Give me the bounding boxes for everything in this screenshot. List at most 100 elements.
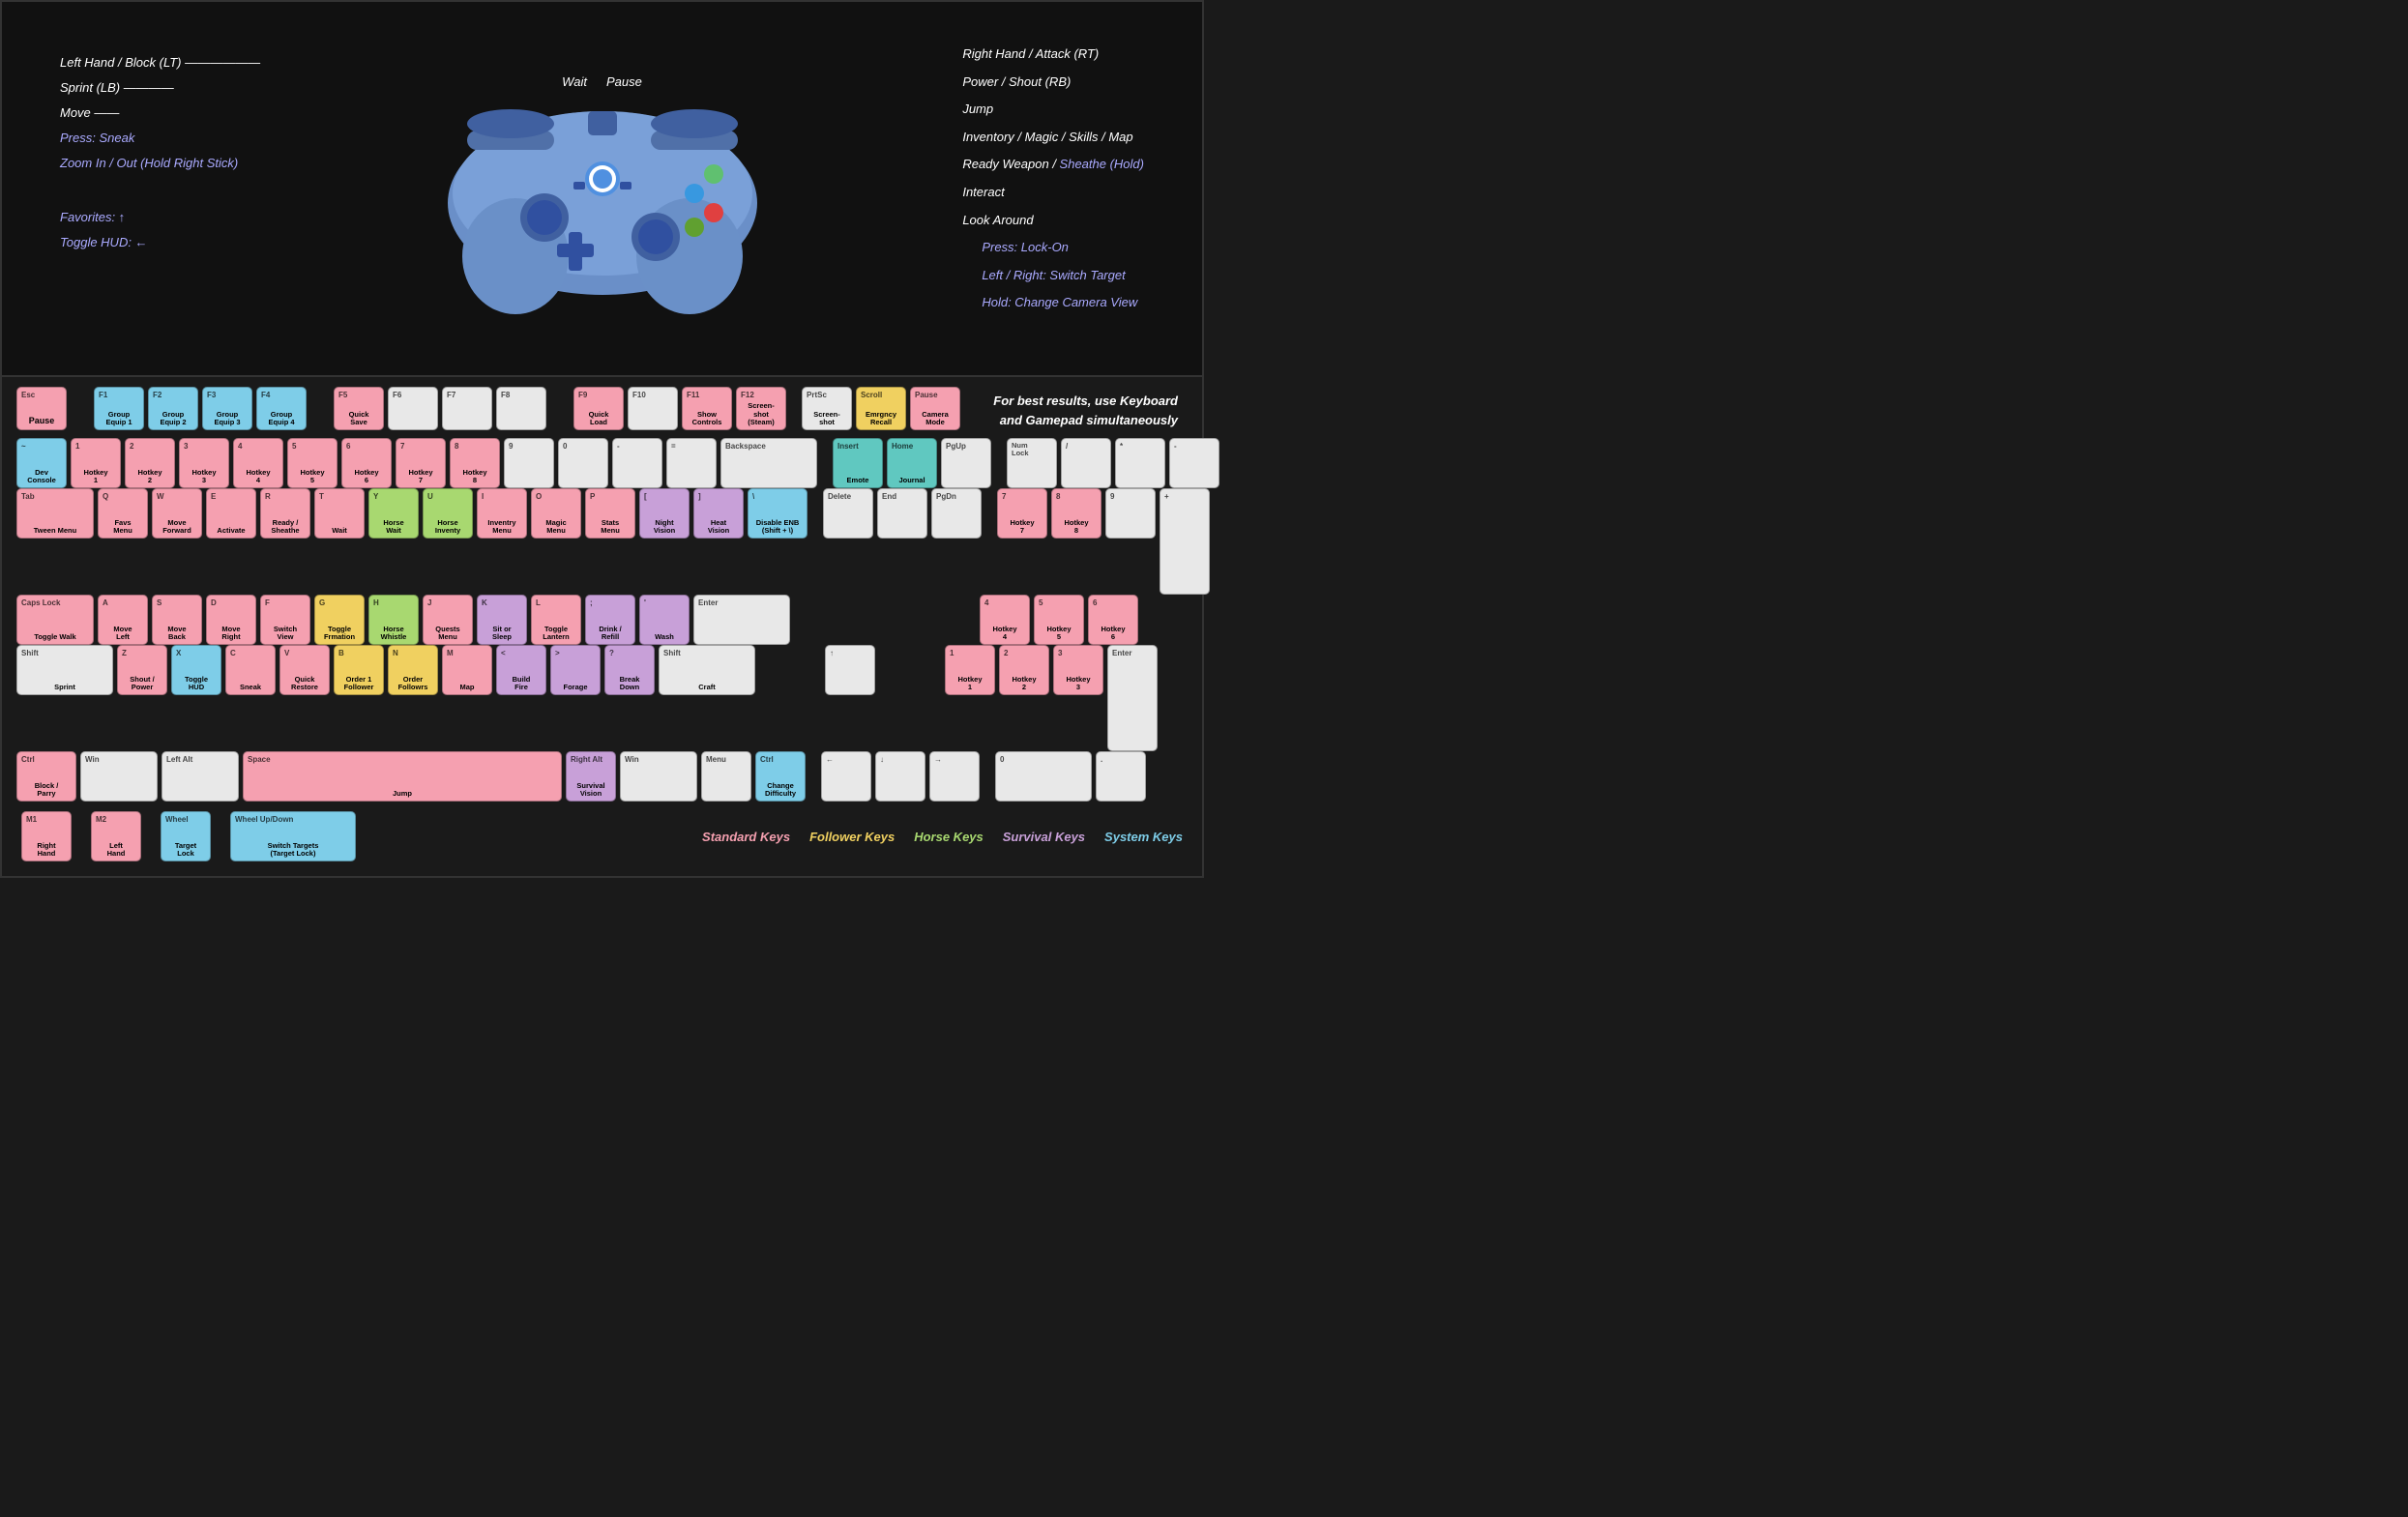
key-9[interactable]: 9 xyxy=(504,438,554,488)
key-enter[interactable]: Enter xyxy=(693,595,790,645)
key-v[interactable]: V QuickRestore xyxy=(279,645,330,695)
key-pgup[interactable]: PgUp xyxy=(941,438,991,488)
key-pgdn[interactable]: PgDn xyxy=(931,488,982,539)
key-a[interactable]: A MoveLeft xyxy=(98,595,148,645)
key-rctrl[interactable]: Ctrl ChangeDifficulty xyxy=(755,751,806,802)
key-numenter[interactable]: Enter xyxy=(1107,645,1158,751)
key-num5[interactable]: 5 Hotkey5 xyxy=(1034,595,1084,645)
key-numslash[interactable]: / xyxy=(1061,438,1111,488)
key-lalt[interactable]: Left Alt xyxy=(162,751,239,802)
key-f1[interactable]: F1 GroupEquip 1 xyxy=(94,387,144,430)
key-win[interactable]: Win xyxy=(80,751,158,802)
key-home[interactable]: Home Journal xyxy=(887,438,937,488)
key-l[interactable]: L ToggleLantern xyxy=(531,595,581,645)
key-uparrow[interactable]: ↑ xyxy=(825,645,875,695)
key-f11[interactable]: F11 ShowControls xyxy=(682,387,732,430)
key-f[interactable]: F SwitchView xyxy=(260,595,310,645)
key-equals[interactable]: = xyxy=(666,438,717,488)
key-f7[interactable]: F7 xyxy=(442,387,492,430)
key-menu[interactable]: Menu xyxy=(701,751,751,802)
key-rwin[interactable]: Win xyxy=(620,751,697,802)
key-num4[interactable]: 4 Hotkey4 xyxy=(980,595,1030,645)
key-numminus[interactable]: - xyxy=(1169,438,1219,488)
key-num2[interactable]: 2 Hotkey2 xyxy=(999,645,1049,695)
key-j[interactable]: J QuestsMenu xyxy=(423,595,473,645)
key-k[interactable]: K Sit orSleep xyxy=(477,595,527,645)
key-g[interactable]: G ToggleFrmation xyxy=(314,595,365,645)
key-s[interactable]: S MoveBack xyxy=(152,595,202,645)
key-rightarrow[interactable]: → xyxy=(929,751,980,802)
key-t[interactable]: T Wait xyxy=(314,488,365,539)
key-n[interactable]: N OrderFollowrs xyxy=(388,645,438,695)
key-f2[interactable]: F2 GroupEquip 2 xyxy=(148,387,198,430)
key-f4[interactable]: F4 GroupEquip 4 xyxy=(256,387,307,430)
key-d[interactable]: D MoveRight xyxy=(206,595,256,645)
key-rbracket[interactable]: ] HeatVision xyxy=(693,488,744,539)
key-6[interactable]: 6 Hotkey6 xyxy=(341,438,392,488)
key-wheelud[interactable]: Wheel Up/Down Switch Targets(Target Lock… xyxy=(230,811,356,861)
key-z[interactable]: Z Shout /Power xyxy=(117,645,167,695)
key-5[interactable]: 5 Hotkey5 xyxy=(287,438,338,488)
key-4[interactable]: 4 Hotkey4 xyxy=(233,438,283,488)
key-w[interactable]: W MoveForward xyxy=(152,488,202,539)
key-1[interactable]: 1 Hotkey1 xyxy=(71,438,121,488)
key-downarrow[interactable]: ↓ xyxy=(875,751,925,802)
key-f10[interactable]: F10 xyxy=(628,387,678,430)
key-lbracket[interactable]: [ NightVision xyxy=(639,488,690,539)
key-c[interactable]: C Sneak xyxy=(225,645,276,695)
key-esc[interactable]: Esc Pause xyxy=(16,387,67,430)
key-y[interactable]: Y HorseWait xyxy=(368,488,419,539)
key-period[interactable]: > Forage xyxy=(550,645,601,695)
key-scroll[interactable]: Scroll EmrgncyRecall xyxy=(856,387,906,430)
key-f3[interactable]: F3 GroupEquip 3 xyxy=(202,387,252,430)
key-0[interactable]: 0 xyxy=(558,438,608,488)
key-ralt[interactable]: Right Alt SurvivalVision xyxy=(566,751,616,802)
key-space[interactable]: Space Jump xyxy=(243,751,562,802)
key-numplus[interactable]: + xyxy=(1160,488,1210,595)
key-2[interactable]: 2 Hotkey2 xyxy=(125,438,175,488)
key-numlock[interactable]: NumLock xyxy=(1007,438,1057,488)
key-num1[interactable]: 1 Hotkey1 xyxy=(945,645,995,695)
key-3[interactable]: 3 Hotkey3 xyxy=(179,438,229,488)
key-f8[interactable]: F8 xyxy=(496,387,546,430)
key-o[interactable]: O MagicMenu xyxy=(531,488,581,539)
key-numstar[interactable]: * xyxy=(1115,438,1165,488)
key-delete[interactable]: Delete xyxy=(823,488,873,539)
key-u[interactable]: U HorseInventy xyxy=(423,488,473,539)
key-num8[interactable]: 8 Hotkey8 xyxy=(1051,488,1101,539)
key-lctrl[interactable]: Ctrl Block /Parry xyxy=(16,751,76,802)
key-num7[interactable]: 7 Hotkey7 xyxy=(997,488,1047,539)
key-slash[interactable]: ? BreakDown xyxy=(604,645,655,695)
key-num6[interactable]: 6 Hotkey6 xyxy=(1088,595,1138,645)
key-e[interactable]: E Activate xyxy=(206,488,256,539)
key-m[interactable]: M Map xyxy=(442,645,492,695)
key-f12[interactable]: F12 Screen-shot(Steam) xyxy=(736,387,786,430)
key-h[interactable]: H HorseWhistle xyxy=(368,595,419,645)
key-b[interactable]: B Order 1Follower xyxy=(334,645,384,695)
key-x[interactable]: X ToggleHUD xyxy=(171,645,221,695)
key-num0[interactable]: 0 xyxy=(995,751,1092,802)
key-backspace[interactable]: Backspace xyxy=(720,438,817,488)
key-insert[interactable]: Insert Emote xyxy=(833,438,883,488)
key-8[interactable]: 8 Hotkey8 xyxy=(450,438,500,488)
key-prtsc[interactable]: PrtSc Screen-shot xyxy=(802,387,852,430)
key-num9[interactable]: 9 xyxy=(1105,488,1156,539)
key-p[interactable]: P StatsMenu xyxy=(585,488,635,539)
key-leftarrow[interactable]: ← xyxy=(821,751,871,802)
key-f5[interactable]: F5 QuickSave xyxy=(334,387,384,430)
key-quote[interactable]: ' Wash xyxy=(639,595,690,645)
key-numdot[interactable]: . xyxy=(1096,751,1146,802)
key-f6[interactable]: F6 xyxy=(388,387,438,430)
key-r[interactable]: R Ready /Sheathe xyxy=(260,488,310,539)
key-m1[interactable]: M1 RightHand xyxy=(21,811,72,861)
key-capslock[interactable]: Caps Lock Toggle Walk xyxy=(16,595,94,645)
key-end[interactable]: End xyxy=(877,488,927,539)
key-7[interactable]: 7 Hotkey7 xyxy=(396,438,446,488)
key-lshift[interactable]: Shift Sprint xyxy=(16,645,113,695)
key-rshift[interactable]: Shift Craft xyxy=(659,645,755,695)
key-tilde[interactable]: ~ DevConsole xyxy=(16,438,67,488)
key-comma[interactable]: < BuildFire xyxy=(496,645,546,695)
key-f9[interactable]: F9 QuickLoad xyxy=(573,387,624,430)
key-m2[interactable]: M2 LeftHand xyxy=(91,811,141,861)
key-minus[interactable]: - xyxy=(612,438,662,488)
